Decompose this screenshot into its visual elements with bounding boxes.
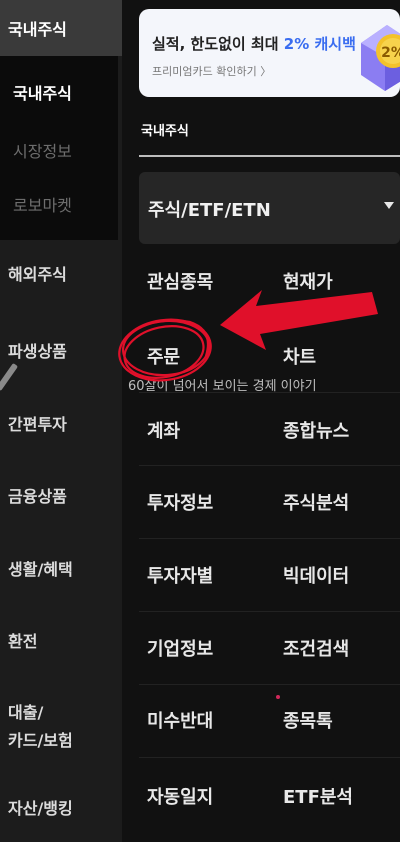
section-title: 국내주식	[141, 124, 189, 139]
category-loan-line2[interactable]: 카드/보험	[0, 726, 122, 752]
row-divider	[139, 684, 400, 685]
category-domestic-stock[interactable]: 국내주식	[0, 0, 122, 56]
menu-account[interactable]: 계좌	[147, 417, 180, 443]
category-exchange[interactable]: 환전	[0, 625, 122, 655]
row-divider	[139, 611, 400, 612]
cashback-badge-icon: 2%	[361, 25, 400, 91]
menu-condition-search[interactable]: 조건검색	[283, 635, 349, 661]
menu-news[interactable]: 종합뉴스	[283, 417, 349, 443]
menu-big-data[interactable]: 빅데이터	[283, 562, 349, 588]
banner-badge-text: 2%	[381, 45, 400, 61]
menu-company-info[interactable]: 기업정보	[147, 635, 213, 661]
menu-by-investor[interactable]: 투자자별	[147, 562, 213, 588]
banner-title-prefix: 실적, 한도없이 최대	[152, 35, 279, 53]
product-type-dropdown[interactable]: 주식/ETF/ETN	[139, 172, 400, 244]
banner-title-highlight: 2% 캐시백	[283, 35, 356, 53]
subcategory-market-info[interactable]: 시장정보	[13, 138, 72, 162]
row-divider	[139, 757, 400, 758]
category-sidebar: 국내주식 국내주식 시장정보 로보마켓 해외주식 파생상품 간편투자 금융상품 …	[0, 0, 122, 842]
promo-banner[interactable]: 실적, 한도없이 최대 2% 캐시백 프리미엄카드 확인하기 〉 2%	[139, 9, 400, 97]
section-divider	[139, 155, 400, 157]
banner-subtitle: 프리미엄카드 확인하기 〉	[152, 65, 272, 78]
menu-stock-talk[interactable]: 종목톡	[283, 707, 333, 733]
menu-auto-journal[interactable]: 자동일지	[147, 783, 213, 809]
category-financial-products[interactable]: 금융상품	[0, 480, 122, 510]
menu-chart[interactable]: 차트	[283, 343, 316, 369]
menu-current-price[interactable]: 현재가	[283, 268, 333, 294]
channel-watermark: 60살이 넘어서 보이는 경제 이야기	[128, 379, 317, 394]
category-life-benefits[interactable]: 생활/혜택	[0, 553, 122, 583]
menu-watchlist[interactable]: 관심종목	[147, 268, 213, 294]
dropdown-value: 주식/ETF/ETN	[148, 200, 271, 221]
banner-title: 실적, 한도없이 최대 2% 캐시백	[152, 33, 356, 54]
category-asset-banking[interactable]: 자산/뱅킹	[0, 792, 122, 822]
chevron-down-icon	[384, 202, 394, 209]
category-loan-line1[interactable]: 대출/	[0, 698, 122, 724]
category-overseas-stock[interactable]: 해외주식	[0, 258, 122, 288]
category-simple-invest[interactable]: 간편투자	[0, 408, 122, 438]
menu-etf-analysis[interactable]: ETF분석	[283, 783, 353, 809]
menu-order[interactable]: 주문	[147, 343, 180, 369]
pencil-icon	[0, 362, 19, 392]
menu-outstanding[interactable]: 미수반대	[147, 707, 213, 733]
subcategory-robo-market[interactable]: 로보마켓	[13, 192, 72, 216]
menu-stock-analysis[interactable]: 주식분석	[283, 489, 349, 515]
row-divider	[139, 465, 400, 466]
category-derivatives[interactable]: 파생상품	[0, 335, 122, 365]
notification-dot	[276, 695, 280, 699]
subcategory-domestic-stock[interactable]: 국내주식	[13, 80, 72, 104]
row-divider	[139, 538, 400, 539]
subcategory-panel: 국내주식 시장정보 로보마켓	[0, 56, 118, 240]
menu-invest-info[interactable]: 투자정보	[147, 489, 213, 515]
